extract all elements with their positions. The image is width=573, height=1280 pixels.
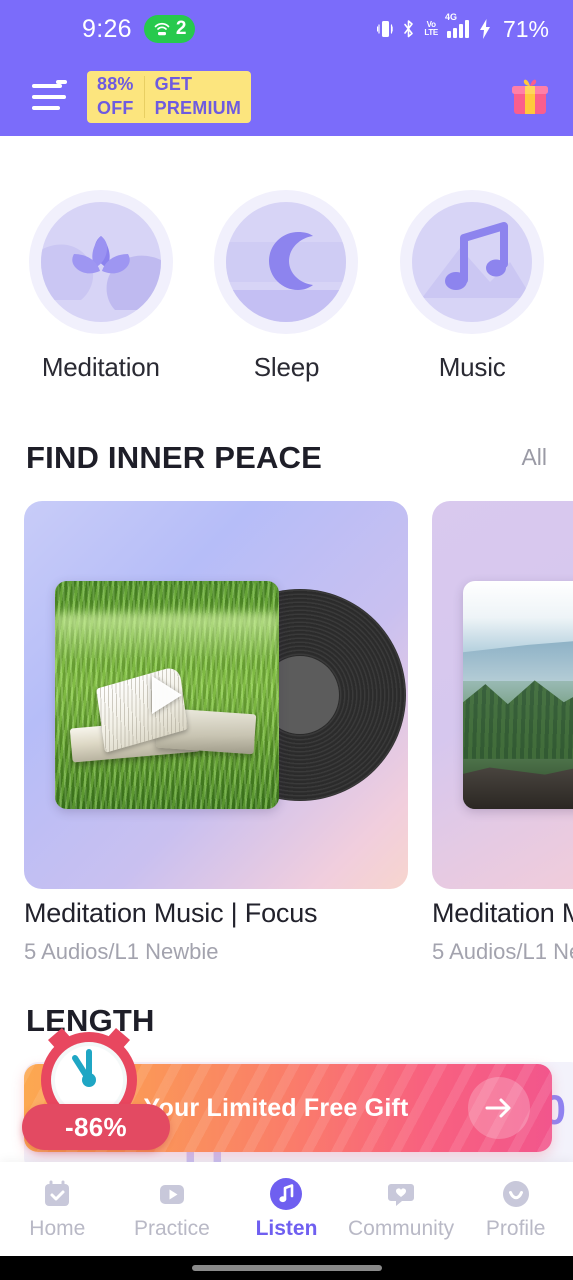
nav-item-home[interactable]: Home — [0, 1177, 115, 1241]
category-list: Meditation Sleep Music — [0, 190, 573, 383]
nav-label: Practice — [133, 1217, 210, 1240]
media-card[interactable] — [24, 501, 408, 889]
play-triangle-icon[interactable] — [152, 676, 182, 714]
media-card-subtitle: 5 Audios/L1 Newbie — [24, 939, 219, 964]
category-item-music[interactable]: Music — [400, 190, 545, 383]
nav-item-listen[interactable]: Listen — [229, 1177, 344, 1241]
promo-discount-off: OFF — [97, 98, 134, 118]
media-card-title: Meditation M — [432, 898, 573, 928]
play-square-icon — [155, 1177, 189, 1211]
calendar-check-icon — [40, 1177, 74, 1211]
vibrate-icon — [377, 21, 394, 37]
media-card[interactable] — [432, 501, 573, 889]
media-card-title: Meditation Music | Focus — [24, 898, 318, 928]
app-header: 88% OFF GET PREMIUM — [0, 58, 573, 136]
find-inner-peace-header: FIND INNER PEACE All — [0, 435, 573, 480]
get-premium-promo-button[interactable]: 88% OFF GET PREMIUM — [87, 71, 252, 123]
promo-action-get: GET — [154, 74, 193, 95]
status-bar-right: Vo LTE 4G 71% — [377, 12, 549, 43]
promo-action-premium: PREMIUM — [154, 98, 242, 118]
promo-discount-block: 88% OFF — [87, 71, 144, 123]
media-card-meta: Meditation Music | Focus 5 Audios/L1 New… — [24, 898, 408, 965]
hotspot-count: 2 — [175, 18, 187, 39]
bottom-navigation-bar: Home Practice Listen Community Profile — [0, 1162, 573, 1256]
status-bar-left: 9:26 2 — [82, 14, 196, 44]
promo-action-block: GET PREMIUM — [145, 71, 251, 123]
charging-bolt-icon — [479, 19, 490, 39]
crescent-moon-icon — [226, 232, 347, 322]
nav-label: Listen — [255, 1217, 318, 1240]
arrow-right-icon[interactable] — [468, 1077, 530, 1139]
category-item-sleep[interactable]: Sleep — [214, 190, 359, 383]
battery-percentage: 71% — [502, 15, 549, 42]
chat-heart-icon — [384, 1177, 418, 1211]
section-title: FIND INNER PEACE — [26, 439, 323, 475]
media-card-carousel[interactable] — [24, 501, 573, 893]
network-type-label: 4G — [444, 12, 457, 22]
category-label: Sleep — [253, 352, 320, 382]
media-card-subtitle: 5 Audios/L1 Ne — [432, 939, 573, 964]
gesture-handle[interactable] — [191, 1265, 382, 1271]
notification-dot — [56, 80, 67, 84]
bluetooth-icon — [404, 20, 414, 38]
category-label: Music — [438, 352, 506, 382]
promo-discount-percent: 88% — [97, 74, 134, 95]
hamburger-menu-icon[interactable] — [32, 80, 67, 110]
album-artwork-books-in-grass — [55, 581, 279, 809]
nav-item-practice[interactable]: Practice — [115, 1177, 230, 1241]
hotspot-icon — [154, 22, 170, 36]
volte-icon: Vo LTE — [424, 20, 438, 37]
media-card-meta: Meditation M 5 Audios/L1 Ne — [432, 898, 573, 965]
hotspot-indicator: 2 — [143, 15, 196, 43]
media-card-meta-row: Meditation Music | Focus 5 Audios/L1 New… — [24, 898, 573, 965]
gift-box-icon[interactable] — [509, 77, 551, 117]
nav-label: Home — [29, 1217, 86, 1240]
lotus-icon — [40, 236, 161, 310]
status-time: 9:26 — [82, 14, 132, 43]
signal-bars-icon: 4G — [445, 12, 469, 38]
category-label: Meditation — [41, 352, 160, 382]
music-note-icon — [422, 222, 533, 298]
nav-item-profile[interactable]: Profile — [458, 1177, 573, 1241]
discount-badge: -86% — [22, 1104, 170, 1150]
album-artwork-meditating-on-cliff — [463, 581, 573, 809]
nav-label: Profile — [485, 1217, 546, 1240]
app-screen: 9:26 2 Vo LTE 4G 71% 88% OFF GET PREMIUM… — [0, 0, 573, 1280]
smiley-face-icon — [499, 1177, 533, 1211]
category-item-meditation[interactable]: Meditation — [28, 190, 173, 383]
nav-label: Community — [347, 1217, 455, 1240]
status-bar: 9:26 2 Vo LTE 4G 71% — [0, 0, 573, 58]
system-gesture-bar — [0, 1256, 573, 1280]
music-note-icon — [269, 1177, 303, 1211]
see-all-link[interactable]: All — [521, 444, 547, 471]
nav-item-community[interactable]: Community — [344, 1177, 459, 1241]
